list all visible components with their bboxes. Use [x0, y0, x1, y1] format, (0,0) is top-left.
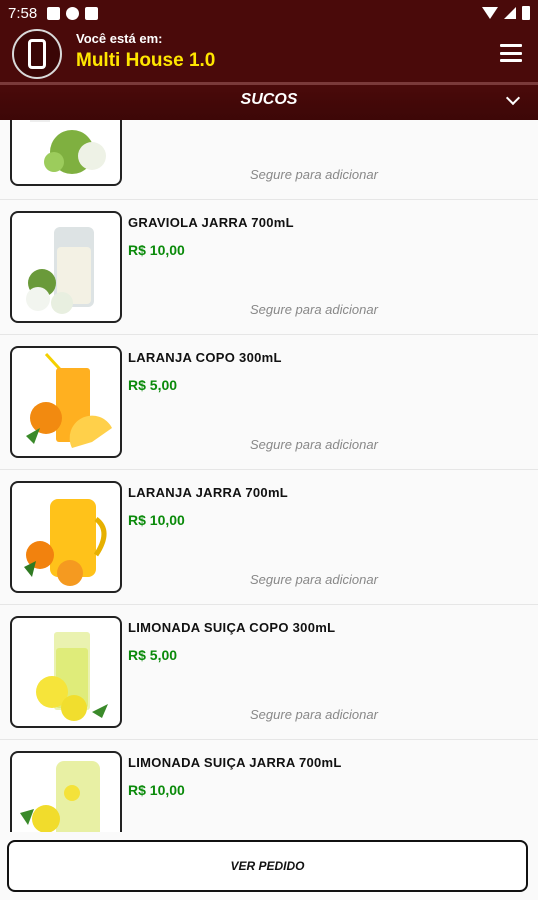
hold-to-add-hint: Segure para adicionar	[250, 437, 378, 452]
wifi-icon	[482, 7, 498, 19]
list-item[interactable]: LIMONADA SUIÇA JARRA 700mL R$ 10,00	[0, 740, 538, 832]
hold-to-add-hint: Segure para adicionar	[250, 572, 378, 587]
store-title: Multi House 1.0	[76, 50, 216, 71]
product-name: LIMONADA SUIÇA COPO 300mL	[128, 620, 336, 635]
phone-icon	[28, 39, 46, 69]
product-list[interactable]: Segure para adicionar GRAVIOLA JARRA 700…	[0, 120, 538, 832]
product-price: R$ 10,00	[128, 512, 185, 528]
product-price: R$ 5,00	[128, 377, 178, 393]
menu-icon[interactable]	[500, 44, 522, 62]
status-time: 7:58	[8, 4, 38, 22]
category-selector[interactable]: SUCOS	[0, 82, 538, 120]
list-item[interactable]: LIMONADA SUIÇA COPO 300mL R$ 5,00 Segure…	[0, 605, 538, 740]
product-image-laranja-jarra	[10, 481, 122, 593]
product-image-graviola	[10, 120, 122, 186]
location-caption: Você está em:	[76, 31, 163, 46]
product-price: R$ 10,00	[128, 782, 185, 798]
product-name: LARANJA COPO 300mL	[128, 350, 282, 365]
product-name: LARANJA JARRA 700mL	[128, 485, 289, 500]
list-item[interactable]: LARANJA COPO 300mL R$ 5,00 Segure para a…	[0, 335, 538, 470]
status-bar: 7:58	[0, 0, 538, 26]
product-image-graviola-jarra	[10, 211, 122, 323]
list-item[interactable]: LARANJA JARRA 700mL R$ 10,00 Segure para…	[0, 470, 538, 605]
hold-to-add-hint: Segure para adicionar	[250, 167, 378, 182]
product-image-limonada-copo	[10, 616, 122, 728]
list-item[interactable]: GRAVIOLA JARRA 700mL R$ 10,00 Segure par…	[0, 200, 538, 335]
message-icon	[47, 6, 61, 20]
product-name: GRAVIOLA JARRA 700mL	[128, 215, 294, 230]
product-name: LIMONADA SUIÇA JARRA 700mL	[128, 755, 342, 770]
app-notification-icon	[66, 6, 80, 20]
app-header: Você está em: Multi House 1.0	[0, 26, 538, 82]
hold-to-add-hint: Segure para adicionar	[250, 707, 378, 722]
sd-card-icon	[85, 6, 99, 20]
product-price: R$ 5,00	[128, 647, 178, 663]
hold-to-add-hint: Segure para adicionar	[250, 302, 378, 317]
app-logo	[12, 29, 62, 79]
product-image-laranja-copo	[10, 346, 122, 458]
battery-icon	[522, 6, 530, 20]
signal-icon	[504, 7, 516, 19]
view-order-button[interactable]: VER PEDIDO	[7, 840, 528, 892]
footer-bar: VER PEDIDO	[0, 832, 538, 900]
product-image-limonada-jarra	[10, 751, 122, 832]
list-item[interactable]: Segure para adicionar	[0, 120, 538, 200]
product-price: R$ 10,00	[128, 242, 185, 258]
category-label: SUCOS	[240, 91, 298, 108]
